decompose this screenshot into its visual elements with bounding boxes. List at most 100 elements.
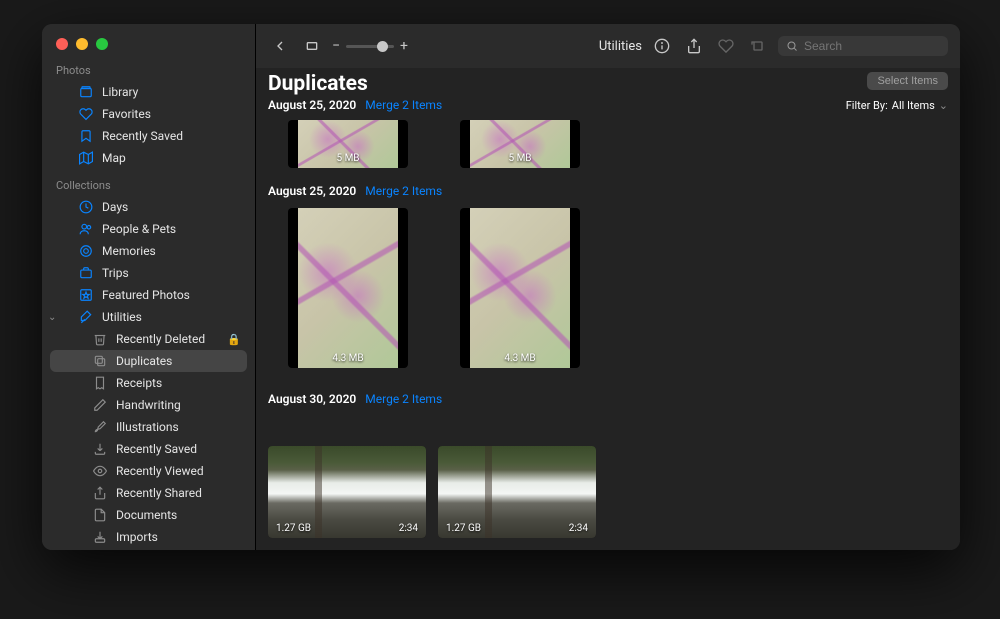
- file-size-label: 5 MB: [288, 153, 408, 164]
- photo-thumbnail[interactable]: 5 MB: [460, 120, 580, 168]
- sidebar-item-library[interactable]: Library: [42, 81, 255, 103]
- toolbar-title: Utilities: [599, 39, 642, 54]
- receipt-icon: [92, 375, 108, 391]
- download-icon: [92, 441, 108, 457]
- suitcase-icon: [78, 265, 94, 281]
- sidebar-item-recently-saved-util[interactable]: Recently Saved: [42, 438, 255, 460]
- chevron-down-icon: ⌄: [939, 99, 948, 112]
- zoom-out-icon[interactable]: −: [332, 38, 340, 54]
- group-header: August 30, 2020 Merge 2 Items: [268, 382, 960, 416]
- sidebar-item-handwriting[interactable]: Handwriting: [42, 394, 255, 416]
- file-size-label: 5 MB: [460, 153, 580, 164]
- sidebar-item-featured-photos[interactable]: Featured Photos: [42, 284, 255, 306]
- sidebar-item-documents[interactable]: Documents: [42, 504, 255, 526]
- maximize-window-button[interactable]: [96, 38, 108, 50]
- file-size-label: 4.3 MB: [288, 353, 408, 364]
- photo-thumbnail[interactable]: 5 MB: [288, 120, 408, 168]
- slider-track[interactable]: [346, 45, 394, 48]
- group-header: August 25, 2020 Merge 2 Items: [268, 98, 442, 112]
- document-icon: [92, 507, 108, 523]
- zoom-slider[interactable]: − +: [332, 38, 408, 54]
- disclosure-triangle-icon[interactable]: ⌄: [48, 312, 56, 323]
- sidebar-item-duplicates[interactable]: Duplicates: [50, 350, 247, 372]
- library-icon: [78, 84, 94, 100]
- video-thumbnail[interactable]: 1.27 GB 2:34: [438, 446, 596, 538]
- bookmark-icon: [78, 128, 94, 144]
- filter-value: All Items: [892, 99, 935, 112]
- zoom-in-icon[interactable]: +: [400, 38, 408, 54]
- sidebar-item-illustrations[interactable]: Illustrations: [42, 416, 255, 438]
- duplicate-group: 5 MB 5 MB: [268, 120, 960, 174]
- star-icon: [78, 287, 94, 303]
- merge-link[interactable]: Merge 2 Items: [365, 392, 442, 406]
- filter-label: Filter By:: [846, 99, 888, 112]
- duplicates-icon: [92, 353, 108, 369]
- sidebar-item-label: Imports: [116, 530, 158, 544]
- sidebar-item-memories[interactable]: Memories: [42, 240, 255, 262]
- aspect-button[interactable]: [300, 34, 324, 58]
- sidebar-item-trips[interactable]: Trips: [42, 262, 255, 284]
- duration-label: 2:34: [569, 523, 588, 534]
- section-header-photos: Photos: [42, 60, 255, 81]
- slider-knob[interactable]: [377, 41, 388, 52]
- utilities-icon: [78, 309, 94, 325]
- paintbrush-icon: [92, 419, 108, 435]
- sidebar-item-imports[interactable]: Imports: [42, 526, 255, 548]
- rotate-button[interactable]: [746, 34, 770, 58]
- section-header-collections: Collections: [42, 175, 255, 196]
- sidebar-item-label: Handwriting: [116, 398, 181, 412]
- sidebar-item-recently-saved[interactable]: Recently Saved: [42, 125, 255, 147]
- close-window-button[interactable]: [56, 38, 68, 50]
- sidebar-item-label: People & Pets: [102, 222, 176, 236]
- file-size-label: 4.3 MB: [460, 353, 580, 364]
- page-title: Duplicates: [268, 72, 368, 96]
- share-button[interactable]: [682, 34, 706, 58]
- sidebar-item-days[interactable]: Days: [42, 196, 255, 218]
- photo-thumbnail[interactable]: 4.3 MB: [460, 208, 580, 368]
- content-area: Duplicates Select Items August 25, 2020 …: [256, 68, 960, 550]
- search-input[interactable]: [804, 39, 940, 53]
- favorite-button[interactable]: [714, 34, 738, 58]
- merge-link[interactable]: Merge 2 Items: [365, 184, 442, 198]
- info-button[interactable]: [650, 34, 674, 58]
- sidebar-item-label: Recently Saved: [102, 129, 183, 143]
- share-icon: [92, 485, 108, 501]
- group-date: August 25, 2020: [268, 184, 356, 198]
- sidebar-item-utilities[interactable]: ⌄ Utilities: [42, 306, 255, 328]
- sidebar-item-media-types[interactable]: › Media Types: [42, 548, 255, 550]
- sidebar-item-label: Recently Saved: [116, 442, 197, 456]
- sidebar-item-label: Recently Viewed: [116, 464, 204, 478]
- group-header: August 25, 2020 Merge 2 Items: [268, 174, 960, 208]
- duration-label: 2:34: [399, 523, 418, 534]
- sidebar-item-map[interactable]: Map: [42, 147, 255, 169]
- back-button[interactable]: [268, 34, 292, 58]
- pencil-icon: [92, 397, 108, 413]
- search-field[interactable]: [778, 36, 948, 56]
- sidebar-item-label: Recently Shared: [116, 486, 202, 500]
- video-thumbnail[interactable]: 1.27 GB 2:34: [268, 446, 426, 538]
- sidebar-item-people-pets[interactable]: People & Pets: [42, 218, 255, 240]
- merge-link[interactable]: Merge 2 Items: [365, 98, 442, 112]
- photo-thumbnail[interactable]: 4.3 MB: [288, 208, 408, 368]
- sidebar-item-recently-viewed[interactable]: Recently Viewed: [42, 460, 255, 482]
- sidebar-item-recently-deleted[interactable]: Recently Deleted 🔒: [42, 328, 255, 350]
- group-date: August 25, 2020: [268, 98, 356, 112]
- sidebar-item-label: Illustrations: [116, 420, 179, 434]
- sidebar-item-label: Recently Deleted: [116, 332, 205, 346]
- sidebar-item-receipts[interactable]: Receipts: [42, 372, 255, 394]
- filter-dropdown[interactable]: Filter By: All Items ⌄: [846, 99, 948, 112]
- group-date: August 30, 2020: [268, 392, 356, 406]
- trash-icon: [92, 331, 108, 347]
- window-frame: Photos Library Favorites Recently Saved …: [42, 24, 960, 550]
- sidebar-item-recently-shared[interactable]: Recently Shared: [42, 482, 255, 504]
- heart-icon: [78, 106, 94, 122]
- sidebar-item-label: Featured Photos: [102, 288, 190, 302]
- select-items-button[interactable]: Select Items: [867, 72, 948, 90]
- sidebar-item-label: Favorites: [102, 107, 151, 121]
- minimize-window-button[interactable]: [76, 38, 88, 50]
- sidebar-item-label: Library: [102, 85, 138, 99]
- main-content: − + Utilities Duplicates Select Items: [256, 24, 960, 550]
- thumbnail-image: [298, 208, 398, 368]
- sidebar-item-favorites[interactable]: Favorites: [42, 103, 255, 125]
- map-icon: [78, 150, 94, 166]
